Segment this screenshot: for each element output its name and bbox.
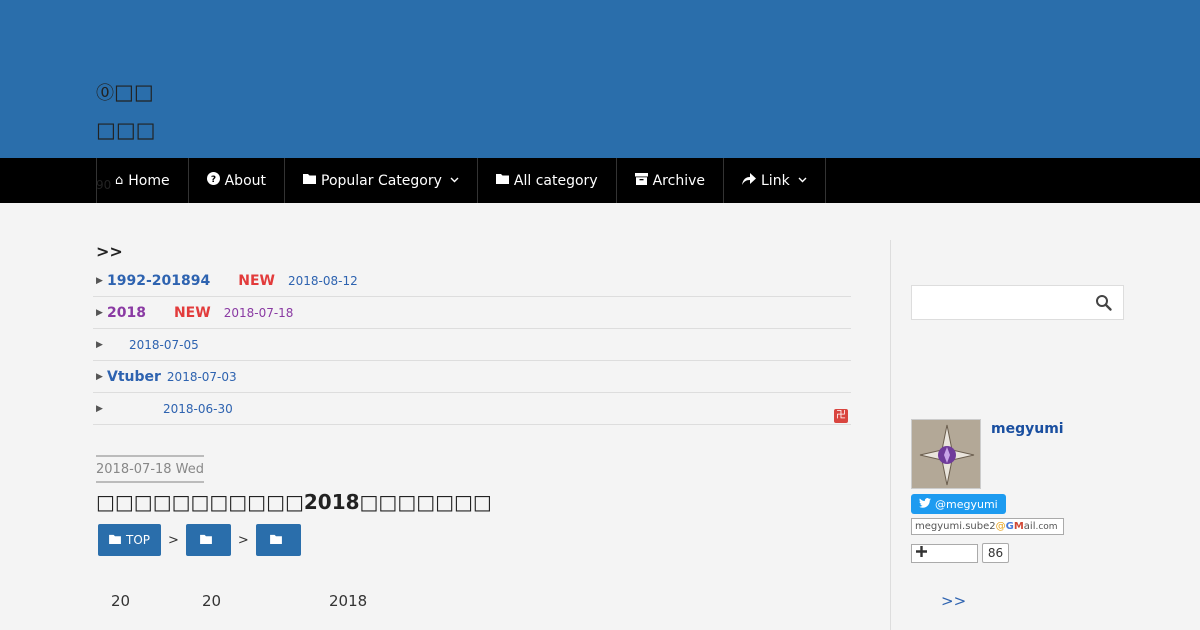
news-date: 2018-07-05 bbox=[129, 337, 199, 352]
news-date: 2018-08-12 bbox=[287, 273, 358, 288]
nav-popular-category-label: Popular Category bbox=[321, 172, 442, 189]
new-badge: NEW bbox=[173, 304, 211, 321]
list-item[interactable]: ▶ 1992-201894 NEW 2018-08-12 bbox=[93, 265, 851, 297]
share-icon bbox=[742, 172, 756, 189]
home-icon: ⌂ bbox=[115, 173, 124, 188]
site-count: 90 bbox=[96, 178, 112, 192]
nav-about[interactable]: ? About bbox=[189, 158, 286, 203]
breadcrumb-top[interactable]: TOP bbox=[98, 524, 162, 556]
site-title-line-1: □□ bbox=[114, 80, 154, 104]
follower-count: 86 bbox=[982, 543, 1009, 563]
nav-popular-category[interactable]: Popular Category bbox=[285, 158, 478, 203]
avatar bbox=[911, 419, 981, 489]
news-date: 2018-07-18 bbox=[223, 305, 294, 320]
follow-button[interactable] bbox=[911, 544, 978, 563]
breadcrumb-top-label: TOP bbox=[126, 533, 151, 547]
nav-all-category-label: All category bbox=[513, 172, 598, 189]
breadcrumb: TOP > > bbox=[98, 524, 301, 556]
breadcrumb-separator: > bbox=[237, 532, 249, 548]
news-title[interactable]: Vtuber bbox=[107, 369, 161, 385]
site-title-line-2: □□□ bbox=[96, 118, 156, 142]
news-title[interactable]: 1992-201894 bbox=[107, 273, 210, 289]
site-logo-icon: ⓪ bbox=[96, 83, 114, 104]
sidebar-more-link[interactable]: >> bbox=[941, 592, 966, 610]
nav-archive[interactable]: Archive bbox=[617, 158, 724, 203]
author-name[interactable]: megyumi bbox=[991, 421, 1064, 437]
search-form bbox=[911, 285, 1124, 320]
main-nav: ⌂ Home ? About Popular Category All cate… bbox=[0, 158, 1200, 203]
post-body: 20 20 2018 bbox=[96, 592, 416, 614]
folder-icon bbox=[269, 534, 282, 547]
twitter-handle: @megyumi bbox=[935, 497, 998, 511]
news-date: 2018-07-03 bbox=[166, 369, 237, 384]
post-body-fragment: 20 bbox=[202, 592, 222, 610]
nav-archive-label: Archive bbox=[652, 172, 705, 189]
list-item[interactable]: ▶ Vtuber 2018-07-03 bbox=[93, 361, 851, 393]
folder-icon bbox=[200, 534, 212, 547]
chevron-down-icon bbox=[450, 175, 459, 186]
nav-home-label: Home bbox=[128, 172, 170, 189]
list-item[interactable]: ▶ 2018 NEW 2018-07-18 bbox=[93, 297, 851, 329]
search-icon[interactable] bbox=[1095, 294, 1113, 312]
folder-icon bbox=[303, 173, 317, 188]
triangle-right-icon: ▶ bbox=[96, 403, 103, 414]
at-sign: @ bbox=[995, 521, 1006, 532]
triangle-right-icon: ▶ bbox=[96, 307, 103, 318]
search-input[interactable] bbox=[912, 286, 1087, 319]
twitter-follow-button[interactable]: @megyumi bbox=[911, 494, 1006, 514]
triangle-right-icon: ▶ bbox=[96, 371, 103, 382]
post-body-fragment: 2018 bbox=[329, 592, 368, 610]
nav-link-label: Link bbox=[761, 172, 790, 189]
post-title: □□□□□□□□□□□2018□□□□□□□ bbox=[96, 490, 492, 514]
triangle-right-icon: ▶ bbox=[96, 275, 103, 286]
chevron-down-icon bbox=[798, 175, 807, 186]
hatena-bookmark-icon[interactable]: 卍 bbox=[834, 409, 848, 423]
folder-icon bbox=[495, 173, 509, 188]
twitter-icon bbox=[919, 497, 931, 511]
triangle-right-icon: ▶ bbox=[96, 339, 103, 350]
post-body-fragment: 20 bbox=[111, 592, 131, 610]
plus-icon bbox=[916, 545, 927, 561]
email-local-part: megyumi.sube2 bbox=[915, 521, 996, 532]
list-item[interactable]: ▶ 2018-06-30 卍 bbox=[93, 393, 851, 425]
breadcrumb-subcategory[interactable] bbox=[255, 524, 301, 556]
news-date: 2018-06-30 bbox=[163, 401, 233, 416]
archive-icon bbox=[634, 172, 648, 189]
nav-all-category[interactable]: All category bbox=[478, 158, 617, 203]
nav-about-label: About bbox=[224, 172, 267, 189]
list-item[interactable]: ▶ 2018-07-05 bbox=[93, 329, 851, 361]
folder-icon bbox=[109, 534, 121, 547]
breadcrumb-separator: > bbox=[168, 532, 179, 548]
post-date: 2018-07-18 Wed bbox=[96, 455, 205, 483]
question-circle-icon: ? bbox=[206, 172, 220, 189]
header-banner bbox=[0, 0, 1200, 158]
svg-text:?: ? bbox=[210, 175, 215, 185]
nav-link[interactable]: Link bbox=[724, 158, 826, 203]
news-list: ▶ 1992-201894 NEW 2018-08-12 ▶ 2018 NEW … bbox=[93, 265, 851, 425]
news-title[interactable]: 2018 bbox=[107, 305, 146, 321]
sidebar-divider bbox=[890, 240, 891, 630]
breadcrumb-category[interactable] bbox=[185, 524, 231, 556]
gmail-logo: G bbox=[1005, 521, 1014, 532]
email-address-image: megyumi.sube2@GMail.com bbox=[911, 518, 1064, 535]
news-more-link[interactable]: >> bbox=[96, 242, 123, 261]
new-badge: NEW bbox=[238, 272, 275, 289]
